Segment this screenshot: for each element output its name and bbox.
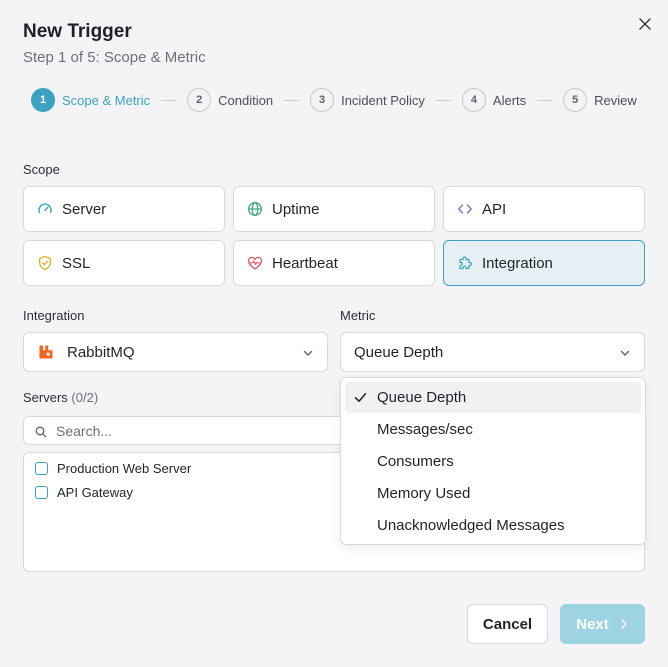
scope-option-label: Uptime <box>272 200 320 218</box>
server-checkbox[interactable] <box>35 486 48 499</box>
scope-option-integration[interactable]: Integration <box>443 240 645 286</box>
new-trigger-dialog: New Trigger Step 1 of 5: Scope & Metric … <box>0 0 668 667</box>
server-search[interactable] <box>23 416 363 445</box>
metric-option-messages-sec[interactable]: Messages/sec <box>345 414 641 445</box>
metric-option-unacknowledged-messages[interactable]: Unacknowledged Messages <box>345 510 641 541</box>
servers-count: (0/2) <box>71 390 99 405</box>
next-button-label: Next <box>576 615 609 633</box>
step-number: 4 <box>461 88 486 112</box>
scope-option-ssl[interactable]: SSL <box>23 240 225 286</box>
metric-dropdown-menu: Queue Depth Messages/sec Consumers Memor… <box>340 377 646 545</box>
step-number: 2 <box>187 88 212 112</box>
scope-option-server[interactable]: Server <box>23 186 225 232</box>
step-label: Alerts <box>492 92 527 108</box>
step-review: 5 Review <box>563 88 637 112</box>
code-icon <box>457 201 473 217</box>
scope-label: Scope <box>23 162 60 177</box>
integration-select[interactable]: RabbitMQ <box>23 332 328 372</box>
dialog-subtitle: Step 1 of 5: Scope & Metric <box>23 49 206 66</box>
metric-option-consumers[interactable]: Consumers <box>345 446 641 477</box>
scope-option-label: Server <box>62 200 107 218</box>
metric-label: Metric <box>340 308 376 323</box>
step-condition: 2 Condition <box>187 88 273 112</box>
scope-option-label: Integration <box>482 254 553 272</box>
check-icon <box>354 391 367 408</box>
step-separator <box>435 99 451 101</box>
next-button[interactable]: Next <box>560 604 645 644</box>
cancel-button[interactable]: Cancel <box>467 604 548 644</box>
metric-option-queue-depth[interactable]: Queue Depth <box>345 382 641 413</box>
step-label: Scope & Metric <box>62 92 151 108</box>
puzzle-icon <box>457 255 473 271</box>
metric-option-label: Messages/sec <box>377 421 473 438</box>
chevron-right-icon <box>619 618 629 630</box>
search-input[interactable] <box>56 422 346 439</box>
shield-check-icon <box>37 255 53 271</box>
step-incident-policy: 3 Incident Policy <box>310 88 425 112</box>
dialog-title: New Trigger <box>23 21 132 42</box>
step-separator <box>284 99 300 101</box>
globe-icon <box>247 201 263 217</box>
step-label: Condition <box>218 92 274 108</box>
metric-select[interactable]: Queue Depth <box>340 332 645 372</box>
server-item[interactable]: Production Web Server <box>35 461 191 476</box>
integration-value: RabbitMQ <box>67 343 135 361</box>
step-number: 5 <box>563 88 588 112</box>
step-number: 1 <box>31 88 55 112</box>
metric-option-memory-used[interactable]: Memory Used <box>345 478 641 509</box>
scope-options: Server Uptime API SSL Heartbeat Integrat… <box>23 186 645 286</box>
step-alerts: 4 Alerts <box>461 88 527 112</box>
scope-option-label: SSL <box>62 254 91 272</box>
step-separator <box>161 99 177 101</box>
metric-option-label: Unacknowledged Messages <box>377 517 565 534</box>
rabbitmq-logo-icon <box>38 344 54 360</box>
metric-value: Queue Depth <box>354 343 444 361</box>
step-separator <box>537 99 553 101</box>
server-checkbox[interactable] <box>35 462 48 475</box>
server-name: API Gateway <box>57 485 133 500</box>
stepper: 1 Scope & Metric 2 Condition 3 Incident … <box>31 88 637 112</box>
gauge-icon <box>37 201 53 217</box>
metric-option-label: Queue Depth <box>377 389 467 406</box>
step-number: 3 <box>310 88 335 112</box>
servers-label-text: Servers <box>23 390 68 405</box>
scope-option-api[interactable]: API <box>443 186 645 232</box>
scope-option-heartbeat[interactable]: Heartbeat <box>233 240 435 286</box>
server-name: Production Web Server <box>57 461 192 476</box>
step-label: Incident Policy <box>341 92 425 108</box>
chevron-down-icon <box>302 346 314 364</box>
metric-option-label: Memory Used <box>377 485 471 502</box>
heart-pulse-icon <box>247 255 263 271</box>
step-scope-metric: 1 Scope & Metric <box>31 88 150 112</box>
scope-option-label: API <box>482 200 507 218</box>
chevron-down-icon <box>619 346 631 364</box>
server-item[interactable]: API Gateway <box>35 485 133 500</box>
step-label: Review <box>594 92 637 108</box>
metric-option-label: Consumers <box>377 453 454 470</box>
scope-option-uptime[interactable]: Uptime <box>233 186 435 232</box>
servers-label: Servers (0/2) <box>23 390 98 405</box>
close-icon[interactable] <box>634 13 656 35</box>
scope-option-label: Heartbeat <box>272 254 338 272</box>
integration-label: Integration <box>23 308 85 323</box>
search-icon <box>35 425 47 443</box>
